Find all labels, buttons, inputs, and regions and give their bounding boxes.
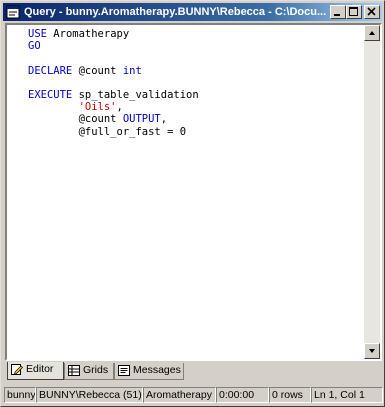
code-token: @full_or_fast = 0 xyxy=(28,125,187,138)
code-token: GO xyxy=(28,40,41,53)
scroll-down-button[interactable] xyxy=(364,343,380,359)
close-button[interactable] xyxy=(364,5,380,19)
grid-icon xyxy=(68,365,80,376)
code-line[interactable]: @full_or_fast = 0 xyxy=(28,126,358,138)
code-token: Aromatherapy xyxy=(53,28,130,40)
edit-pencil-icon xyxy=(11,364,23,375)
status-rows: 0 rows xyxy=(269,387,311,403)
sql-code[interactable]: USE Aromatherapy GO DECLARE @count int EXEC… xyxy=(28,28,358,138)
window-title: Query - bunny.Aromatherapy.BUNNY\Rebecca… xyxy=(24,6,327,18)
vertical-scrollbar[interactable] xyxy=(364,25,380,359)
status-user: BUNNY\Rebecca (51) xyxy=(36,387,143,403)
code-token: @count xyxy=(78,64,123,77)
arrow-down-icon xyxy=(369,349,375,353)
code-line[interactable]: EXECUTE sp_table_validation xyxy=(28,89,358,101)
status-server: bunny xyxy=(4,387,36,403)
tab-editor[interactable]: Editor xyxy=(7,362,64,380)
tab-grids[interactable]: Grids xyxy=(64,363,114,380)
minimize-icon xyxy=(334,14,340,16)
code-token: OUTPUT xyxy=(122,113,161,126)
code-line[interactable] xyxy=(28,52,358,64)
code-token: , xyxy=(160,113,168,126)
status-bar: bunny BUNNY\Rebecca (51) Aromatherapy 0:… xyxy=(3,384,384,404)
result-tabs: Editor Grids Messages xyxy=(7,362,383,381)
query-document-icon xyxy=(6,5,20,19)
code-token: , xyxy=(116,101,123,114)
tab-messages[interactable]: Messages xyxy=(114,363,184,380)
tab-grids-label: Grids xyxy=(83,364,109,376)
code-line[interactable]: DECLARE @count int xyxy=(28,65,358,77)
code-token: EXECUTE xyxy=(28,88,79,101)
status-database: Aromatherapy xyxy=(143,387,216,403)
title-bar[interactable]: Query - bunny.Aromatherapy.BUNNY\Rebecca… xyxy=(3,3,382,21)
tab-editor-label: Editor xyxy=(26,363,54,375)
code-line[interactable]: 'Oils', xyxy=(28,101,358,113)
code-token: USE xyxy=(28,28,54,40)
close-icon xyxy=(367,7,376,16)
code-line[interactable]: @count OUTPUT, xyxy=(28,113,358,125)
scroll-up-button[interactable] xyxy=(364,25,380,41)
tab-messages-label: Messages xyxy=(133,364,181,376)
code-token: @count xyxy=(28,113,123,126)
code-line[interactable]: USE Aromatherapy xyxy=(28,28,358,40)
query-window: Query - bunny.Aromatherapy.BUNNY\Rebecca… xyxy=(0,0,385,407)
code-token: sp_table_validation xyxy=(78,88,199,101)
arrow-up-icon xyxy=(369,31,375,35)
code-token: 'Oils' xyxy=(28,101,117,114)
maximize-icon xyxy=(349,7,358,16)
code-token: int xyxy=(122,64,142,77)
code-line[interactable] xyxy=(28,77,358,89)
status-position: Ln 1, Col 1 xyxy=(311,387,383,403)
code-line[interactable]: GO xyxy=(28,40,358,52)
status-elapsed: 0:00:00 xyxy=(216,387,269,403)
query-editor[interactable]: USE Aromatherapy GO DECLARE @count int EXEC… xyxy=(5,23,382,361)
maximize-button[interactable] xyxy=(346,5,362,19)
code-token: DECLARE xyxy=(28,64,79,77)
messages-icon xyxy=(118,365,130,376)
minimize-button[interactable] xyxy=(330,5,346,19)
